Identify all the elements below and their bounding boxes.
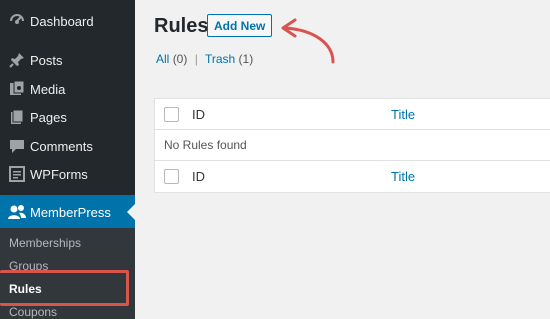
pages-icon: [7, 107, 27, 127]
table-footer-row: ID Title: [155, 161, 550, 192]
members-icon: [7, 202, 27, 222]
sidebar-item-dashboard[interactable]: Dashboard: [0, 6, 135, 36]
table-header-row: ID Title: [155, 99, 550, 130]
add-new-button[interactable]: Add New: [207, 14, 273, 37]
sidebar-item-label: Media: [30, 81, 66, 97]
status-filter-links: All (0) | Trash (1): [156, 52, 253, 66]
sidebar-item-memberpress[interactable]: MemberPress: [0, 195, 135, 229]
sidebar-item-label: Posts: [30, 52, 63, 68]
rules-table: ID Title No Rules found ID Title: [154, 98, 550, 193]
wpforms-icon: [7, 164, 27, 184]
main-content: Rules Add New All (0) | Trash (1) ID Tit…: [135, 0, 550, 319]
filter-separator: |: [194, 52, 198, 66]
sidebar-item-label: Comments: [30, 138, 93, 154]
annotation-arrow-icon: [281, 18, 335, 64]
annotation-highlight-box: [0, 270, 129, 306]
column-header-id[interactable]: ID: [192, 107, 205, 122]
select-all-checkbox[interactable]: [164, 106, 179, 122]
select-all-checkbox-footer[interactable]: [164, 169, 179, 184]
column-footer-title[interactable]: Title: [391, 169, 415, 184]
sidebar-item-pages[interactable]: Pages: [0, 102, 135, 132]
page-title: Rules: [154, 15, 209, 37]
admin-sidebar: Dashboard Posts Media Pages Comments WPF…: [0, 0, 135, 319]
submenu-item-memberships[interactable]: Memberships: [9, 236, 81, 250]
column-header-title[interactable]: Title: [391, 107, 415, 122]
sidebar-item-comments[interactable]: Comments: [0, 131, 135, 161]
active-indicator: [127, 204, 135, 220]
filter-all-count: (0): [172, 52, 188, 66]
sidebar-item-media[interactable]: Media: [0, 74, 135, 104]
sidebar-item-label: Pages: [30, 109, 67, 125]
sidebar-item-label: WPForms: [30, 166, 88, 182]
filter-trash-count: (1): [238, 52, 254, 66]
pin-icon: [7, 50, 27, 70]
filter-all-link[interactable]: All: [156, 52, 169, 66]
empty-message: No Rules found: [164, 138, 247, 152]
submenu-item-coupons[interactable]: Coupons: [9, 305, 57, 319]
sidebar-item-wpforms[interactable]: WPForms: [0, 159, 135, 189]
dashboard-icon: [7, 11, 27, 31]
column-footer-id[interactable]: ID: [192, 169, 205, 184]
table-empty-row: No Rules found: [155, 130, 550, 161]
media-icon: [7, 79, 27, 99]
sidebar-item-posts[interactable]: Posts: [0, 45, 135, 75]
sidebar-item-label: Dashboard: [30, 13, 94, 29]
sidebar-item-label: MemberPress: [30, 204, 111, 220]
filter-trash-link[interactable]: Trash: [205, 52, 235, 66]
comments-icon: [7, 136, 27, 156]
